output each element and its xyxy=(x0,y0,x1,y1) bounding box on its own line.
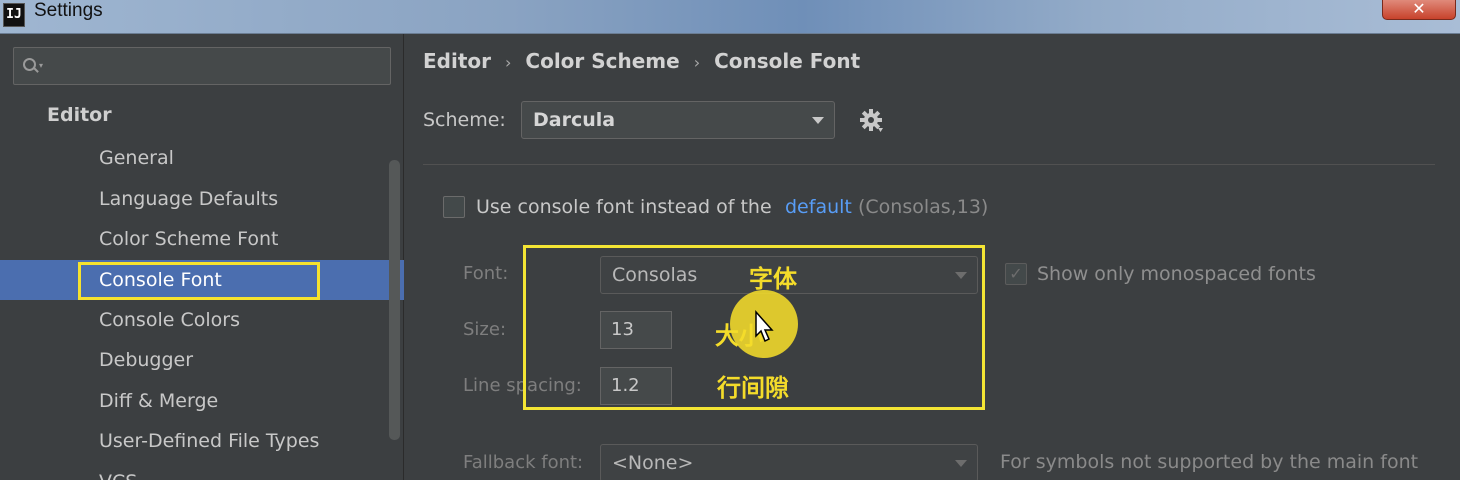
sidebar-item-vcs[interactable]: VCS xyxy=(0,462,404,480)
chevron-right-icon: › xyxy=(693,53,701,72)
fallback-font-hint: For symbols not supported by the main fo… xyxy=(1000,451,1419,473)
sidebar-item-color-scheme-font[interactable]: Color Scheme Font xyxy=(0,219,404,259)
chevron-down-icon xyxy=(955,460,967,467)
mouse-cursor-icon xyxy=(755,310,774,343)
title-bar: IJ Settings ✕ xyxy=(0,0,1460,34)
default-font-link[interactable]: default xyxy=(785,196,852,218)
sidebar-item-language-defaults[interactable]: Language Defaults xyxy=(0,179,404,219)
search-icon: ▾ xyxy=(22,56,44,76)
breadcrumb-editor: Editor xyxy=(423,49,491,73)
sidebar-scrollbar[interactable] xyxy=(389,160,400,440)
sidebar-item-debugger[interactable]: Debugger xyxy=(0,340,404,380)
breadcrumb-color-scheme: Color Scheme xyxy=(525,49,680,73)
size-label: Size: xyxy=(463,319,507,340)
fallback-font-value: <None> xyxy=(612,452,694,474)
scheme-dropdown[interactable]: Darcula xyxy=(521,101,835,139)
sidebar-group-editor[interactable]: Editor xyxy=(47,104,112,126)
sidebar-item-console-colors[interactable]: Console Colors xyxy=(0,300,404,340)
scheme-value: Darcula xyxy=(533,109,616,131)
breadcrumb-console-font: Console Font xyxy=(714,49,861,73)
scheme-label: Scheme: xyxy=(423,109,506,131)
fallback-font-dropdown[interactable]: <None> xyxy=(600,444,978,480)
annotation-line-spacing: 行间隙 xyxy=(717,374,789,402)
sidebar-item-diff-merge[interactable]: Diff & Merge xyxy=(0,381,404,421)
chevron-right-icon: › xyxy=(505,53,512,72)
intellij-app-icon: IJ xyxy=(3,3,25,27)
fallback-font-label: Fallback font: xyxy=(463,452,584,473)
show-monospaced-label: Show only monospaced fonts xyxy=(1037,263,1316,285)
close-window-button[interactable]: ✕ xyxy=(1382,0,1456,20)
highlight-box-console-font xyxy=(78,262,320,300)
gear-icon[interactable] xyxy=(859,108,885,134)
use-console-font-label: Use console font instead of the xyxy=(476,196,772,218)
default-font-hint: (Consolas,13) xyxy=(858,196,989,218)
window-title: Settings xyxy=(34,0,103,21)
font-label: Font: xyxy=(463,263,509,284)
sidebar-item-user-defined-file-types[interactable]: User-Defined File Types xyxy=(0,421,404,461)
settings-sidebar: ▾ Editor General Language Defaults Color… xyxy=(0,34,404,480)
separator xyxy=(423,164,1435,165)
sidebar-item-general[interactable]: General xyxy=(0,138,404,178)
annotation-font: 字体 xyxy=(749,265,797,293)
chevron-down-icon xyxy=(812,117,824,124)
search-input[interactable]: ▾ xyxy=(13,47,391,85)
use-console-font-checkbox[interactable] xyxy=(443,196,465,218)
show-monospaced-checkbox[interactable]: ✓ xyxy=(1005,263,1027,285)
breadcrumb: Editor › Color Scheme › Console Font xyxy=(423,49,860,73)
